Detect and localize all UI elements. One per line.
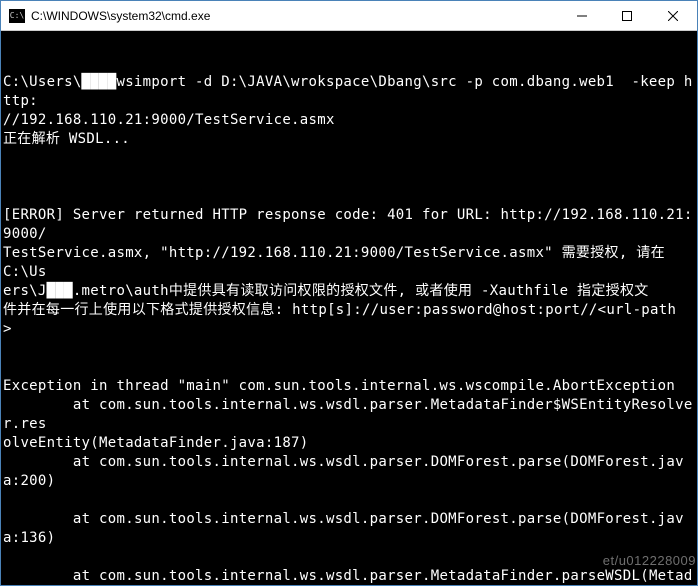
cmd-window: C:\ C:\WINDOWS\system32\cmd.exe C:\Users… <box>0 0 698 586</box>
cmd-icon: C:\ <box>9 9 25 23</box>
window-controls <box>559 1 697 30</box>
maximize-button[interactable] <box>604 1 649 30</box>
minimize-button[interactable] <box>559 1 604 30</box>
close-button[interactable] <box>649 1 697 30</box>
titlebar[interactable]: C:\ C:\WINDOWS\system32\cmd.exe <box>1 1 697 31</box>
window-title: C:\WINDOWS\system32\cmd.exe <box>31 9 559 23</box>
terminal-output[interactable]: C:\Users\████wsimport -d D:\JAVA\wrokspa… <box>1 31 697 585</box>
